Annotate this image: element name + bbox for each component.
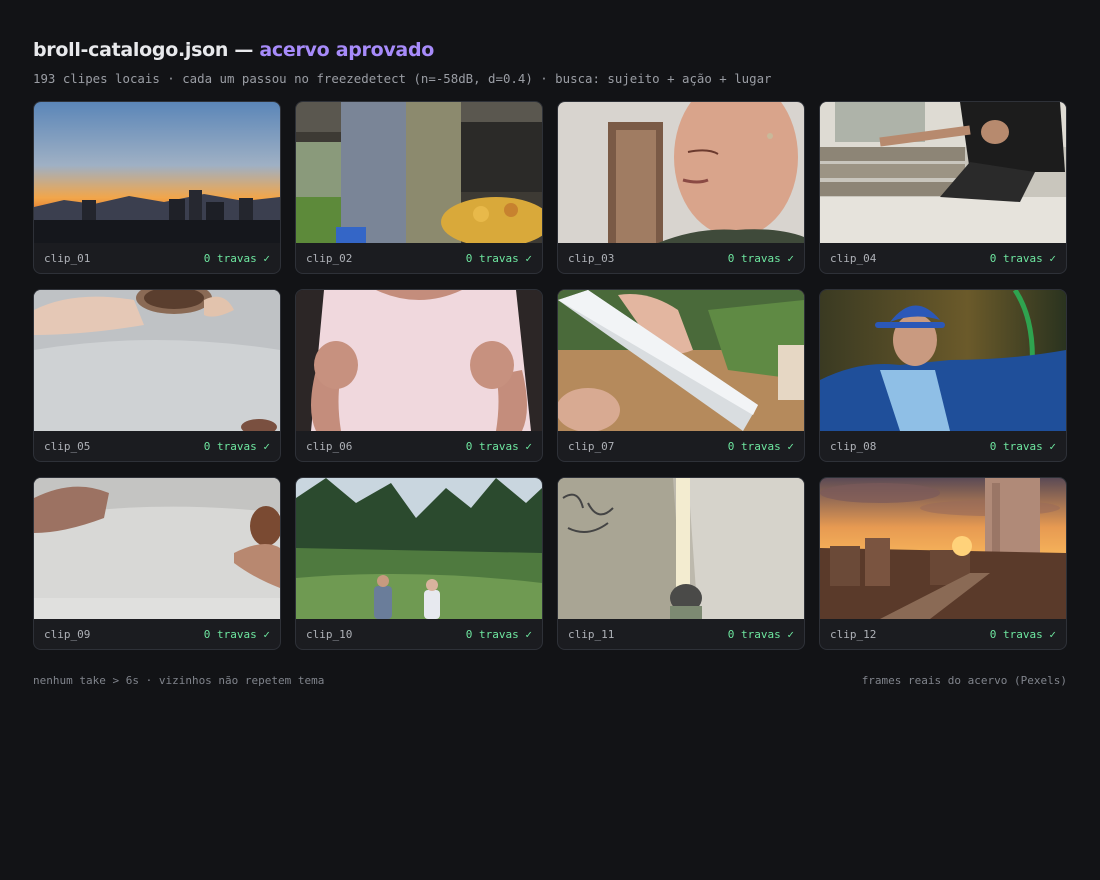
clip-card[interactable]: clip_04 0 travas ✓ <box>819 101 1067 274</box>
status-badge: 0 travas ✓ <box>203 251 270 265</box>
clip-card[interactable]: clip_01 0 travas ✓ <box>33 101 281 274</box>
clip-thumbnail <box>558 102 804 243</box>
clip-thumbnail <box>820 102 1066 243</box>
page-footer: nenhum take > 6s · vizinhos não repetem … <box>33 674 1067 687</box>
clip-thumbnail <box>34 290 280 431</box>
page-title: broll-catalogo.json — acervo aprovado <box>33 35 1067 65</box>
footer-note-left: nenhum take > 6s · vizinhos não repetem … <box>33 674 325 687</box>
clip-name: clip_02 <box>306 251 353 265</box>
status-badge: 0 travas ✓ <box>203 627 270 641</box>
clip-name: clip_11 <box>568 627 615 641</box>
clip-card[interactable]: clip_09 0 travas ✓ <box>33 477 281 650</box>
clip-thumbnail <box>296 478 542 619</box>
clip-thumbnail <box>34 478 280 619</box>
clip-thumbnail <box>820 290 1066 431</box>
clip-card[interactable]: clip_05 0 travas ✓ <box>33 289 281 462</box>
clip-name: clip_10 <box>306 627 353 641</box>
clip-thumbnail <box>558 290 804 431</box>
clip-card[interactable]: clip_03 0 travas ✓ <box>557 101 805 274</box>
clip-card[interactable]: clip_07 0 travas ✓ <box>557 289 805 462</box>
status-badge: 0 travas ✓ <box>465 251 532 265</box>
status-badge: 0 travas ✓ <box>727 439 794 453</box>
status-badge: 0 travas ✓ <box>989 251 1056 265</box>
clip-thumbnail <box>820 478 1066 619</box>
clip-name: clip_07 <box>568 439 615 453</box>
clip-name: clip_08 <box>830 439 877 453</box>
clip-thumbnail <box>296 290 542 431</box>
page: broll-catalogo.json — acervo aprovado 19… <box>0 0 1100 687</box>
clip-name: clip_06 <box>306 439 353 453</box>
clip-thumbnail <box>34 102 280 243</box>
status-badge: 0 travas ✓ <box>727 627 794 641</box>
clip-name: clip_03 <box>568 251 615 265</box>
status-badge: 0 travas ✓ <box>465 439 532 453</box>
clip-card[interactable]: clip_11 0 travas ✓ <box>557 477 805 650</box>
clip-name: clip_12 <box>830 627 877 641</box>
title-accent: acervo aprovado <box>259 39 435 61</box>
clip-thumbnail <box>558 478 804 619</box>
clip-thumbnail <box>296 102 542 243</box>
page-subtitle: 193 clipes locais · cada um passou no fr… <box>33 71 772 86</box>
status-badge: 0 travas ✓ <box>465 627 532 641</box>
clip-card[interactable]: clip_10 0 travas ✓ <box>295 477 543 650</box>
status-badge: 0 travas ✓ <box>727 251 794 265</box>
clip-grid: clip_01 0 travas ✓ clip_02 0 travas ✓ cl… <box>33 101 1067 650</box>
status-badge: 0 travas ✓ <box>203 439 270 453</box>
clip-name: clip_04 <box>830 251 877 265</box>
clip-name: clip_09 <box>44 627 91 641</box>
status-badge: 0 travas ✓ <box>989 439 1056 453</box>
clip-name: clip_05 <box>44 439 91 453</box>
title-main: broll-catalogo.json — <box>33 39 254 61</box>
footer-note-right: frames reais do acervo (Pexels) <box>861 674 1067 687</box>
clip-card[interactable]: clip_06 0 travas ✓ <box>295 289 543 462</box>
clip-card[interactable]: clip_08 0 travas ✓ <box>819 289 1067 462</box>
clip-card[interactable]: clip_02 0 travas ✓ <box>295 101 543 274</box>
clip-card[interactable]: clip_12 0 travas ✓ <box>819 477 1067 650</box>
clip-name: clip_01 <box>44 251 91 265</box>
status-badge: 0 travas ✓ <box>989 627 1056 641</box>
